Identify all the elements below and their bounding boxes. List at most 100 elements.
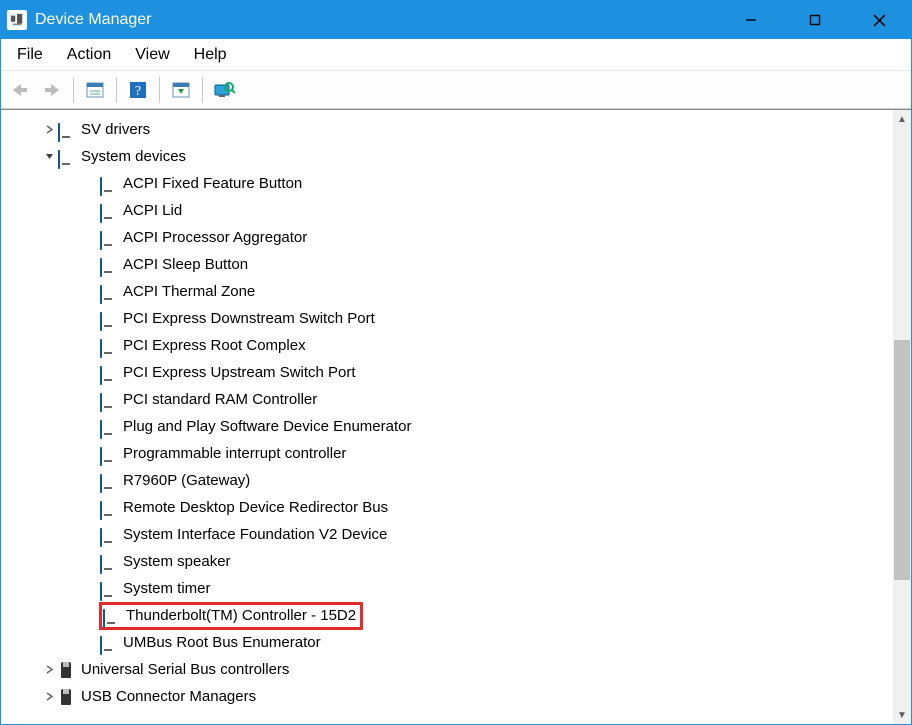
content-area: SV drivers System devices ·ACPI Fixed Fe… (1, 109, 911, 724)
category-sv-drivers[interactable]: SV drivers (13, 116, 893, 143)
toolbar-separator (202, 77, 203, 103)
device-label: ACPI Processor Aggregator (123, 229, 307, 246)
svg-text:?: ? (135, 84, 141, 99)
scroll-thumb[interactable] (894, 340, 910, 580)
device-label: PCI Express Root Complex (123, 337, 306, 354)
device-card-icon (99, 581, 117, 597)
category-usb-controllers[interactable]: Universal Serial Bus controllers (13, 656, 893, 683)
device-label: UMBus Root Bus Enumerator (123, 634, 321, 651)
device-label: ACPI Thermal Zone (123, 283, 255, 300)
device-card-icon (99, 284, 117, 300)
toolbar-back-button[interactable] (5, 75, 35, 105)
close-button[interactable] (847, 1, 911, 39)
device-item[interactable]: ·System timer (13, 575, 893, 602)
device-label: System Interface Foundation V2 Device (123, 526, 387, 543)
maximize-button[interactable] (783, 1, 847, 39)
device-card-icon (99, 554, 117, 570)
device-card-icon (99, 257, 117, 273)
device-item[interactable]: ·PCI Express Root Complex (13, 332, 893, 359)
scroll-down-icon[interactable]: ▼ (893, 706, 911, 724)
monitor-icon (57, 122, 75, 138)
device-label: ACPI Sleep Button (123, 256, 248, 273)
device-card-icon (99, 392, 117, 408)
device-label: ACPI Fixed Feature Button (123, 175, 302, 192)
vertical-scrollbar[interactable]: ▲ ▼ (893, 110, 911, 724)
device-item[interactable]: ·R7960P (Gateway) (13, 467, 893, 494)
category-system-devices[interactable]: System devices (13, 143, 893, 170)
device-tree[interactable]: SV drivers System devices ·ACPI Fixed Fe… (1, 110, 893, 724)
device-label: PCI standard RAM Controller (123, 391, 317, 408)
chevron-down-icon[interactable] (41, 152, 57, 161)
device-label: Remote Desktop Device Redirector Bus (123, 499, 388, 516)
device-label: System timer (123, 580, 211, 597)
category-label: System devices (81, 148, 186, 165)
toolbar-help-button[interactable]: ? (123, 75, 153, 105)
device-label: Plug and Play Software Device Enumerator (123, 418, 411, 435)
device-label: ACPI Lid (123, 202, 182, 219)
toolbar-showhide-button[interactable] (166, 75, 196, 105)
device-card-icon (99, 203, 117, 219)
monitor-icon (57, 149, 75, 165)
device-item[interactable]: ·Plug and Play Software Device Enumerato… (13, 413, 893, 440)
device-item[interactable]: ·ACPI Processor Aggregator (13, 224, 893, 251)
device-item[interactable]: ·Thunderbolt(TM) Controller - 15D2 (13, 602, 893, 629)
device-card-icon (102, 608, 120, 624)
menu-view[interactable]: View (123, 42, 181, 68)
device-item[interactable]: ·System speaker (13, 548, 893, 575)
device-label: PCI Express Downstream Switch Port (123, 310, 375, 327)
highlighted-device[interactable]: Thunderbolt(TM) Controller - 15D2 (99, 602, 363, 630)
device-item[interactable]: ·PCI standard RAM Controller (13, 386, 893, 413)
usb-icon (57, 662, 75, 678)
category-label: USB Connector Managers (81, 688, 256, 705)
device-card-icon (99, 500, 117, 516)
chevron-right-icon[interactable] (41, 125, 57, 134)
app-icon (7, 10, 27, 30)
menu-action[interactable]: Action (55, 42, 123, 68)
menu-bar: File Action View Help (1, 39, 911, 71)
chevron-right-icon[interactable] (41, 692, 57, 701)
device-card-icon (99, 176, 117, 192)
window-title: Device Manager (35, 11, 152, 29)
device-item[interactable]: ·System Interface Foundation V2 Device (13, 521, 893, 548)
usb-icon (57, 689, 75, 705)
toolbar: ? (1, 71, 911, 109)
device-card-icon (99, 527, 117, 543)
category-label: SV drivers (81, 121, 150, 138)
device-item[interactable]: ·Remote Desktop Device Redirector Bus (13, 494, 893, 521)
device-item[interactable]: ·ACPI Sleep Button (13, 251, 893, 278)
toolbar-forward-button[interactable] (37, 75, 67, 105)
title-bar: Device Manager (1, 1, 911, 39)
device-label: PCI Express Upstream Switch Port (123, 364, 356, 381)
chevron-right-icon[interactable] (41, 665, 57, 674)
device-item[interactable]: ·UMBus Root Bus Enumerator (13, 629, 893, 656)
device-label: R7960P (Gateway) (123, 472, 250, 489)
device-item[interactable]: ·ACPI Thermal Zone (13, 278, 893, 305)
scroll-up-icon[interactable]: ▲ (893, 110, 911, 128)
device-card-icon (99, 446, 117, 462)
device-card-icon (99, 338, 117, 354)
device-label: Thunderbolt(TM) Controller - 15D2 (126, 607, 356, 624)
toolbar-scan-button[interactable] (209, 75, 239, 105)
menu-help[interactable]: Help (182, 42, 239, 68)
menu-file[interactable]: File (5, 42, 55, 68)
device-item[interactable]: ·ACPI Lid (13, 197, 893, 224)
toolbar-separator (159, 77, 160, 103)
device-card-icon (99, 230, 117, 246)
device-card-icon (99, 635, 117, 651)
device-item[interactable]: ·PCI Express Upstream Switch Port (13, 359, 893, 386)
device-item[interactable]: ·ACPI Fixed Feature Button (13, 170, 893, 197)
toolbar-separator (116, 77, 117, 103)
device-label: System speaker (123, 553, 231, 570)
device-item[interactable]: ·Programmable interrupt controller (13, 440, 893, 467)
device-card-icon (99, 473, 117, 489)
category-usb-connector-managers[interactable]: USB Connector Managers (13, 683, 893, 710)
toolbar-separator (73, 77, 74, 103)
device-label: Programmable interrupt controller (123, 445, 346, 462)
toolbar-properties-button[interactable] (80, 75, 110, 105)
device-card-icon (99, 311, 117, 327)
minimize-button[interactable] (719, 1, 783, 39)
device-item[interactable]: ·PCI Express Downstream Switch Port (13, 305, 893, 332)
device-card-icon (99, 419, 117, 435)
device-card-icon (99, 365, 117, 381)
category-label: Universal Serial Bus controllers (81, 661, 289, 678)
